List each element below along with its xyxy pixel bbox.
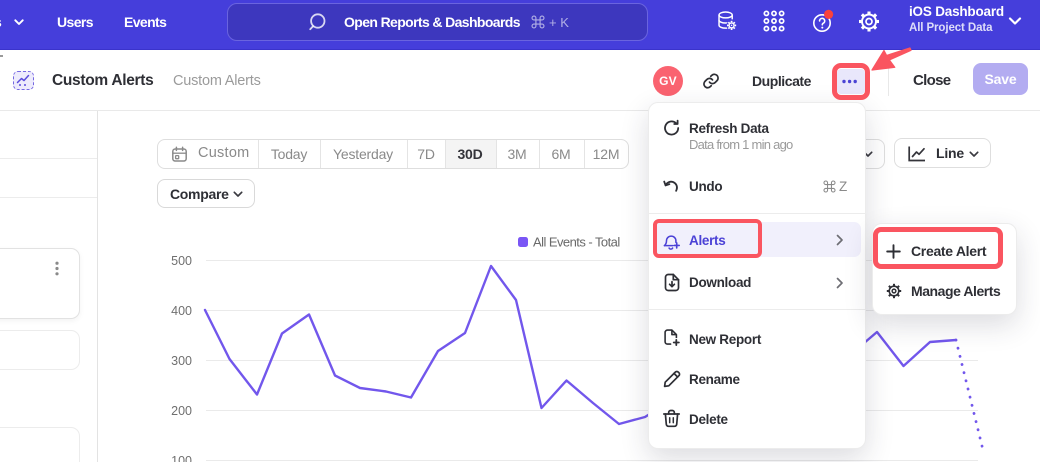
svg-text:500: 500	[171, 254, 192, 268]
svg-text:200: 200	[171, 404, 192, 418]
svg-text:All Events - Total: All Events - Total	[533, 235, 620, 250]
svg-text:300: 300	[171, 354, 192, 368]
svg-text:100: 100	[171, 454, 192, 462]
svg-text:400: 400	[171, 304, 192, 318]
